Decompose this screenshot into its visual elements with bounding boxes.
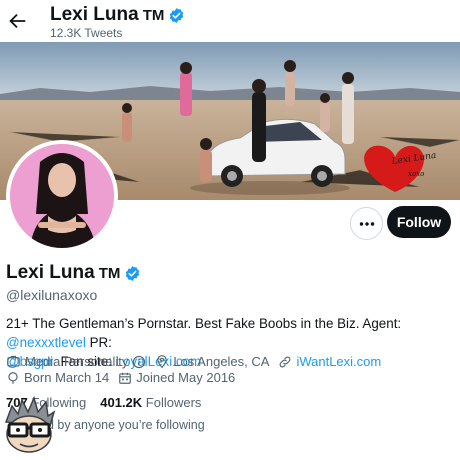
more-icon — [359, 221, 374, 226]
avatar[interactable] — [6, 140, 118, 252]
header-tm: TM — [142, 6, 165, 24]
header-name: Lexi Luna — [50, 4, 139, 25]
profile-name: Lexi Luna TM — [6, 262, 141, 284]
profile-meta-row-2: Born March 14 Joined May 2016 — [6, 370, 244, 385]
tweet-count-label: Tweets — [84, 26, 123, 40]
category-icon — [7, 355, 20, 367]
location: Los Angeles, CA — [155, 354, 269, 369]
category-label: Media Personality — [25, 354, 129, 369]
verified-badge-icon — [170, 7, 184, 23]
location-icon — [157, 355, 167, 369]
profile-name-text: Lexi Luna — [6, 262, 95, 283]
top-bar: Lexi Luna TM 12.3K Tweets — [0, 0, 460, 44]
cartoon-face-logo-icon — [4, 395, 56, 453]
more-button[interactable] — [350, 207, 383, 240]
profile-name-tm: TM — [98, 264, 121, 282]
info-icon[interactable] — [132, 355, 146, 369]
birthday: Born March 14 — [6, 370, 109, 385]
svg-text:xoxo: xoxo — [408, 170, 424, 178]
link-icon — [280, 356, 291, 367]
cartoon-logo — [0, 395, 58, 454]
followers-count: 401.2K — [100, 395, 143, 410]
tweet-count-value: 12.3K — [50, 26, 82, 40]
tweet-count: 12.3K Tweets — [50, 26, 122, 40]
profile-meta-row-1: Media Personality Los Angeles, CA iWantL… — [6, 354, 390, 369]
birthday-label: Born March 14 — [24, 370, 110, 385]
header-title: Lexi Luna TM — [50, 4, 185, 26]
website-link[interactable]: iWantLexi.com — [296, 354, 381, 369]
avatar-image — [10, 144, 114, 248]
birthday-icon — [8, 371, 18, 384]
bio-text-1: 21+ The Gentleman’s Pornstar. Best Fake … — [6, 316, 402, 331]
bio-mention-agent[interactable]: @nexxxtlevel — [6, 335, 86, 350]
joined-label: Joined May 2016 — [136, 370, 236, 385]
location-label: Los Angeles, CA — [173, 354, 270, 369]
profile-handle: @lexilunaxoxo — [6, 287, 98, 303]
followers-stat[interactable]: 401.2K Followers — [100, 395, 201, 410]
joined: Joined May 2016 — [118, 370, 235, 385]
bio-text-2: PR: — [85, 335, 112, 350]
website[interactable]: iWantLexi.com — [278, 354, 381, 369]
followers-label: Followers — [145, 395, 202, 410]
followed-by-text: ed by anyone you’re following — [40, 418, 205, 432]
verified-badge-icon[interactable] — [124, 265, 141, 282]
category: Media Personality — [6, 354, 146, 369]
back-arrow-icon[interactable] — [6, 10, 28, 32]
follow-button[interactable]: Follow — [387, 206, 451, 238]
calendar-icon — [119, 372, 132, 384]
